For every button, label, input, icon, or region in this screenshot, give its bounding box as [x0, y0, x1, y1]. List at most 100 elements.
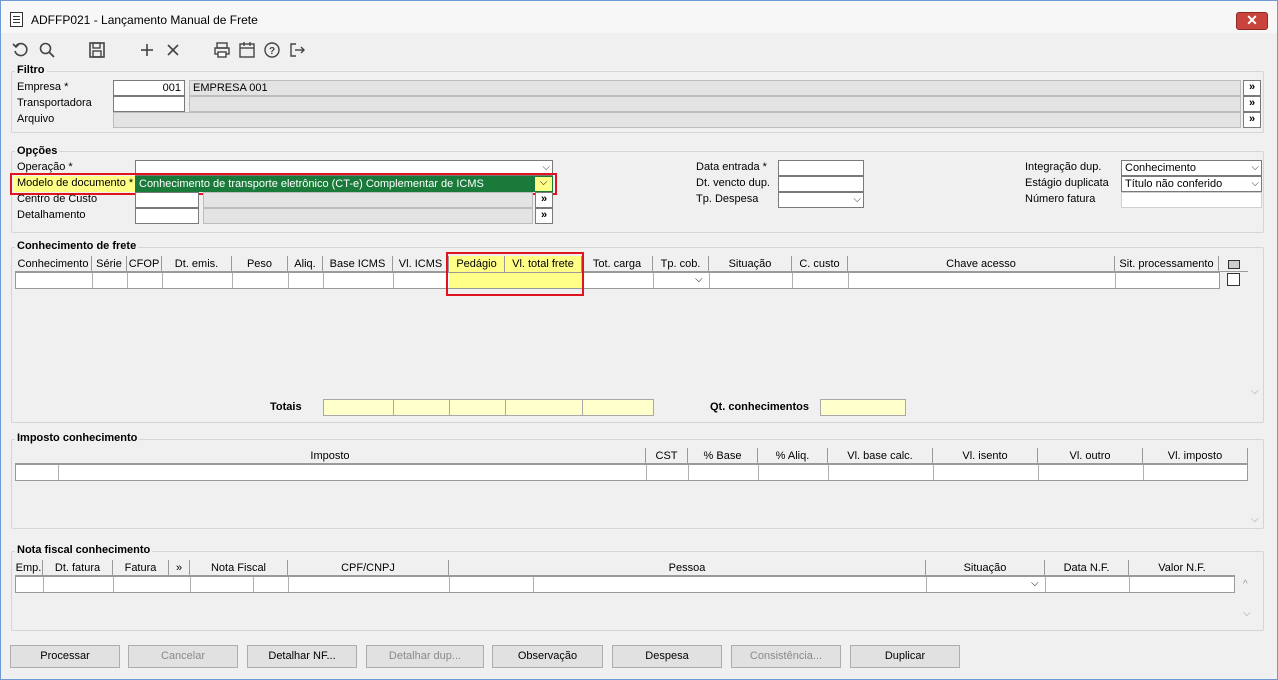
col-situacao-nf[interactable]: Situação: [926, 560, 1045, 576]
col-cst[interactable]: CST: [646, 448, 688, 464]
operacao-label: Operação *: [17, 161, 73, 173]
col-base-icms[interactable]: Base ICMS: [323, 256, 393, 272]
empresa-lookup-button[interactable]: »: [1243, 80, 1261, 96]
dt-vencto-input[interactable]: [778, 176, 864, 192]
col-sit-processamento[interactable]: Sit. processamento: [1115, 256, 1219, 272]
transportadora-lookup-button[interactable]: »: [1243, 96, 1261, 112]
chevron-down-icon: ⌵: [1251, 162, 1259, 173]
col-imposto[interactable]: Imposto: [15, 448, 646, 464]
row-checkbox[interactable]: [1227, 273, 1240, 286]
col-vl-isento[interactable]: Vl. isento: [933, 448, 1038, 464]
close-button[interactable]: ✕: [1236, 12, 1268, 30]
scroll-down-icon[interactable]: ⌵: [1251, 514, 1259, 525]
col-situacao[interactable]: Situação: [709, 256, 792, 272]
col-vl-outro[interactable]: Vl. outro: [1038, 448, 1143, 464]
data-entrada-input[interactable]: [778, 160, 864, 176]
detalhamento-lookup-button[interactable]: »: [535, 208, 553, 224]
tp-despesa-label: Tp. Despesa: [696, 193, 759, 205]
col-expand[interactable]: »: [169, 560, 190, 576]
integracao-select[interactable]: Conhecimento ⌵: [1121, 160, 1262, 176]
col-peso[interactable]: Peso: [232, 256, 288, 272]
col-vl-imposto[interactable]: Vl. imposto: [1143, 448, 1248, 464]
conhecimento-row[interactable]: ⌵: [15, 272, 1220, 289]
col-conhecimento[interactable]: Conhecimento: [15, 256, 92, 272]
select-all-icon[interactable]: [1227, 259, 1240, 269]
help-icon[interactable]: ?: [262, 41, 282, 59]
total-tot-carga: [582, 399, 654, 416]
detalhar-dup-button[interactable]: Detalhar dup...: [366, 645, 484, 668]
scroll-down-icon[interactable]: ⌵: [1243, 608, 1251, 619]
scroll-up-icon[interactable]: ^: [1243, 579, 1248, 590]
chevron-down-icon: ⌵: [1251, 178, 1259, 189]
conhecimento-title: Conhecimento de frete: [15, 240, 139, 252]
search-icon[interactable]: [37, 41, 57, 59]
detalhar-nf-button[interactable]: Detalhar NF...: [247, 645, 357, 668]
processar-button[interactable]: Processar: [10, 645, 120, 668]
arquivo-field: [113, 112, 1241, 128]
calendar-icon[interactable]: [237, 41, 257, 59]
col-select-all[interactable]: [1219, 256, 1248, 272]
col-serie[interactable]: Série: [92, 256, 127, 272]
nota-fiscal-row[interactable]: ⌵: [15, 576, 1235, 593]
observacao-button[interactable]: Observação: [492, 645, 603, 668]
col-tot-carga[interactable]: Tot. carga: [582, 256, 653, 272]
centro-custo-input[interactable]: [135, 192, 199, 208]
centro-custo-label: Centro de Custo: [17, 193, 98, 205]
col-emp[interactable]: Emp.: [15, 560, 43, 576]
col-pct-base[interactable]: % Base: [688, 448, 758, 464]
imposto-row[interactable]: [15, 464, 1248, 481]
duplicar-button[interactable]: Duplicar: [850, 645, 960, 668]
col-vl-base-calc[interactable]: Vl. base calc.: [828, 448, 933, 464]
delete-icon[interactable]: [163, 41, 183, 59]
col-cpf-cnpj[interactable]: CPF/CNPJ: [288, 560, 449, 576]
col-dt-fatura[interactable]: Dt. fatura: [43, 560, 113, 576]
chevron-down-icon[interactable]: ⌵: [1031, 578, 1039, 589]
col-fatura[interactable]: Fatura: [113, 560, 169, 576]
exit-icon[interactable]: [287, 41, 307, 59]
nota-fiscal-grid-header: Emp. Dt. fatura Fatura » Nota Fiscal CPF…: [15, 560, 1235, 576]
empresa-name-field: EMPRESA 001: [189, 80, 1241, 96]
consistencia-button[interactable]: Consistência...: [731, 645, 841, 668]
save-icon[interactable]: [87, 41, 107, 59]
total-vl-frete: [505, 399, 583, 416]
qt-conhecimentos-value: [820, 399, 906, 416]
dt-vencto-label: Dt. vencto dup.: [696, 177, 770, 189]
qt-conhecimentos-label: Qt. conhecimentos: [710, 401, 810, 413]
filtro-title: Filtro: [15, 64, 47, 76]
estagio-value: Título não conferido: [1125, 178, 1223, 190]
detalhamento-input[interactable]: [135, 208, 199, 224]
add-icon[interactable]: [137, 41, 157, 59]
col-c-custo[interactable]: C. custo: [792, 256, 848, 272]
centro-custo-name-field: [203, 192, 533, 208]
col-valor-nf[interactable]: Valor N.F.: [1129, 560, 1235, 576]
imposto-grid-header: Imposto CST % Base % Aliq. Vl. base calc…: [15, 448, 1248, 464]
centro-custo-lookup-button[interactable]: »: [535, 192, 553, 208]
empresa-code-input[interactable]: 001: [113, 80, 185, 96]
numero-fatura-input[interactable]: [1121, 192, 1262, 208]
col-dt-emis[interactable]: Dt. emis.: [162, 256, 232, 272]
empresa-label: Empresa *: [17, 81, 69, 93]
scroll-down-icon[interactable]: ⌵: [1251, 386, 1259, 397]
estagio-select[interactable]: Título não conferido ⌵: [1121, 176, 1262, 192]
undo-icon[interactable]: [11, 41, 31, 59]
pedagio-highlight-box: [446, 252, 584, 296]
col-pct-aliq[interactable]: % Aliq.: [758, 448, 828, 464]
detalhamento-label: Detalhamento: [17, 209, 86, 221]
col-pessoa[interactable]: Pessoa: [449, 560, 926, 576]
chevron-down-icon[interactable]: ⌵: [695, 274, 703, 285]
tp-despesa-select[interactable]: ⌵: [778, 192, 864, 208]
transportadora-code-input[interactable]: [113, 96, 185, 112]
despesa-button[interactable]: Despesa: [612, 645, 722, 668]
col-cfop[interactable]: CFOP: [127, 256, 162, 272]
col-tp-cob[interactable]: Tp. cob.: [653, 256, 709, 272]
print-icon[interactable]: [212, 41, 232, 59]
col-vl-icms[interactable]: Vl. ICMS: [393, 256, 449, 272]
col-data-nf[interactable]: Data N.F.: [1045, 560, 1129, 576]
col-aliq[interactable]: Aliq.: [288, 256, 323, 272]
arquivo-lookup-button[interactable]: »: [1243, 112, 1261, 128]
col-chave-acesso[interactable]: Chave acesso: [848, 256, 1115, 272]
col-nota-fiscal[interactable]: Nota Fiscal: [190, 560, 288, 576]
nota-fiscal-title: Nota fiscal conhecimento: [15, 544, 153, 556]
total-base-icms: [323, 399, 394, 416]
cancelar-button[interactable]: Cancelar: [128, 645, 238, 668]
